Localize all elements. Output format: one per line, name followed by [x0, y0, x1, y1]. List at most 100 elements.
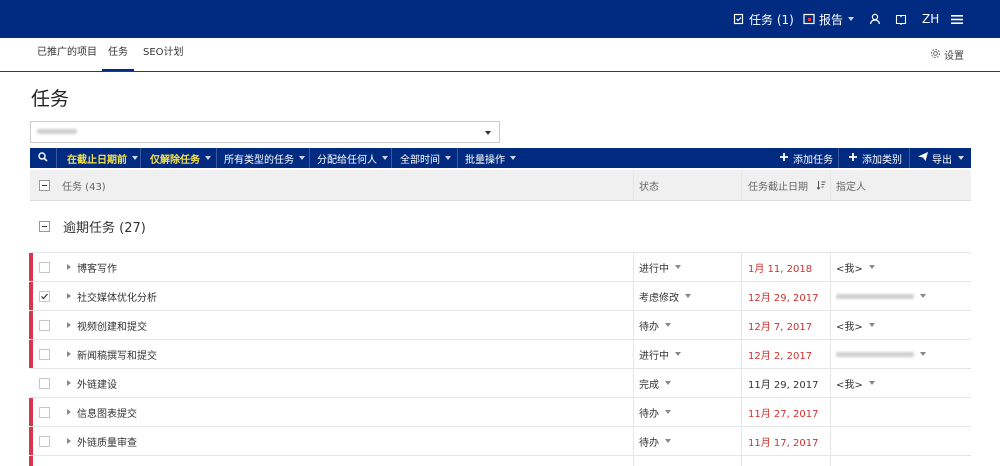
- header-due-date[interactable]: 任务截止日期: [748, 170, 808, 200]
- status-dropdown[interactable]: 待办: [639, 311, 671, 339]
- assignee-dropdown[interactable]: [836, 340, 926, 368]
- sort-icon[interactable]: [816, 170, 826, 200]
- assignee-dropdown[interactable]: [836, 282, 926, 310]
- table-row[interactable]: 外链建设 完成 11月 29, 2017 <我>: [30, 369, 971, 398]
- language-label: ZH: [922, 12, 940, 26]
- row-checkbox[interactable]: [39, 427, 50, 455]
- status-value: 待办: [639, 437, 659, 449]
- filter-time-range-label: 全部时间: [400, 154, 440, 166]
- filter-due-date-label: 在截止日期前: [67, 154, 127, 166]
- table-row[interactable]: 博客写作 进行中 1月 11, 2018 <我>: [29, 253, 971, 282]
- task-name-cell[interactable]: 外链质量审查: [67, 427, 137, 455]
- task-name-cell[interactable]: 视频创建和提交: [67, 311, 147, 339]
- header-status[interactable]: 状态: [639, 170, 659, 200]
- column-divider: [633, 253, 634, 281]
- status-dropdown[interactable]: 进行中: [639, 340, 681, 368]
- table-row[interactable]: [29, 456, 971, 466]
- table-row[interactable]: 社交媒体优化分析 考虑修改 12月 29, 2017: [29, 282, 971, 311]
- expand-arrow-icon: [67, 293, 71, 299]
- user-icon: [869, 13, 881, 25]
- task-name-cell[interactable]: 社交媒体优化分析: [67, 282, 157, 310]
- filter-due-date[interactable]: 在截止日期前: [67, 148, 138, 168]
- toolbar-divider: [838, 148, 839, 168]
- tab-promoted-projects[interactable]: 已推广的项目: [37, 38, 97, 71]
- row-checkbox[interactable]: [39, 253, 50, 281]
- due-date[interactable]: 11月 17, 2017: [748, 427, 818, 455]
- due-date[interactable]: 12月 29, 2017: [748, 282, 818, 310]
- expand-arrow-icon: [67, 438, 71, 444]
- task-name-cell[interactable]: 博客写作: [67, 253, 117, 281]
- column-divider: [830, 311, 831, 339]
- filter-unresolved[interactable]: 仅解除任务: [150, 148, 211, 168]
- project-select[interactable]: [30, 121, 500, 143]
- select-all-checkbox[interactable]: [39, 170, 50, 200]
- collapse-group-checkbox[interactable]: [39, 201, 50, 252]
- task-name-cell[interactable]: 外链建设: [67, 369, 117, 397]
- header-assignee[interactable]: 指定人: [836, 170, 866, 200]
- assignee-dropdown[interactable]: <我>: [836, 253, 875, 281]
- status-dropdown[interactable]: 进行中: [639, 253, 681, 281]
- header-task[interactable]: 任务 (43): [62, 170, 106, 200]
- filter-task-type[interactable]: 所有类型的任务: [224, 148, 305, 168]
- overdue-flag: [29, 340, 33, 368]
- tab-seo-plan[interactable]: SEO计划: [143, 38, 184, 71]
- filter-time-range[interactable]: 全部时间: [400, 148, 451, 168]
- expand-arrow-icon: [67, 351, 71, 357]
- column-divider: [633, 427, 634, 455]
- task-name-cell[interactable]: 信息图表提交: [67, 398, 137, 426]
- user-button[interactable]: [869, 0, 881, 38]
- chevron-down-icon: [665, 439, 671, 443]
- book-icon: [895, 13, 907, 25]
- chevron-down-icon: [299, 156, 305, 160]
- report-icon: [803, 13, 815, 25]
- due-date[interactable]: 12月 2, 2017: [748, 340, 812, 368]
- assignee-dropdown[interactable]: <我>: [836, 311, 875, 339]
- task-name-cell[interactable]: 新闻稿撰写和提交: [67, 340, 157, 368]
- hamburger-icon: [951, 14, 963, 25]
- add-category-button[interactable]: 添加类别: [849, 148, 902, 168]
- column-divider: [741, 398, 742, 426]
- row-checkbox[interactable]: [39, 398, 50, 426]
- row-checkbox[interactable]: [39, 282, 50, 310]
- settings-link[interactable]: 设置: [930, 38, 964, 71]
- table-row[interactable]: 视频创建和提交 待办 12月 7, 2017 <我>: [29, 311, 971, 340]
- assignee-dropdown[interactable]: <我>: [836, 369, 875, 397]
- expand-arrow-icon: [67, 380, 71, 386]
- table-row[interactable]: 新闻稿撰写和提交 进行中 12月 2, 2017: [29, 340, 971, 369]
- task-name: 新闻稿撰写和提交: [77, 350, 157, 362]
- due-date[interactable]: 12月 7, 2017: [748, 311, 812, 339]
- expand-arrow-icon: [67, 322, 71, 328]
- column-divider: [830, 170, 831, 200]
- send-icon: [918, 152, 928, 164]
- column-divider: [741, 282, 742, 310]
- table-row[interactable]: 信息图表提交 待办 11月 27, 2017: [29, 398, 971, 427]
- overdue-flag: [29, 427, 33, 455]
- due-date[interactable]: 11月 27, 2017: [748, 398, 818, 426]
- export-button[interactable]: 导出: [918, 148, 964, 168]
- status-dropdown[interactable]: 待办: [639, 398, 671, 426]
- task-name: 信息图表提交: [77, 408, 137, 420]
- table-row[interactable]: 外链质量审查 待办 11月 17, 2017: [29, 427, 971, 456]
- reports-menu[interactable]: 报告: [803, 0, 855, 38]
- status-dropdown[interactable]: 考虑修改: [639, 282, 691, 310]
- due-date[interactable]: 1月 11, 2018: [748, 253, 812, 281]
- filter-assignee[interactable]: 分配给任何人: [317, 148, 388, 168]
- add-task-button[interactable]: 添加任务: [780, 148, 833, 168]
- main-menu-button[interactable]: [951, 0, 963, 38]
- due-date[interactable]: 11月 29, 2017: [748, 369, 818, 397]
- row-checkbox[interactable]: [39, 340, 50, 368]
- help-button[interactable]: [895, 0, 907, 38]
- export-label: 导出: [932, 154, 952, 166]
- language-button[interactable]: ZH: [922, 0, 939, 38]
- status-dropdown[interactable]: 待办: [639, 427, 671, 455]
- row-checkbox[interactable]: [39, 311, 50, 339]
- status-dropdown[interactable]: 完成: [639, 369, 671, 397]
- chevron-down-icon: [920, 294, 926, 298]
- row-checkbox[interactable]: [39, 369, 50, 397]
- bulk-actions-menu[interactable]: 批量操作: [465, 148, 516, 168]
- tab-tasks[interactable]: 任务: [102, 38, 134, 71]
- search-button[interactable]: [30, 148, 56, 168]
- tasks-menu[interactable]: 任务 (1): [733, 0, 794, 38]
- chevron-down-icon: [485, 131, 491, 135]
- task-name: 视频创建和提交: [77, 321, 147, 333]
